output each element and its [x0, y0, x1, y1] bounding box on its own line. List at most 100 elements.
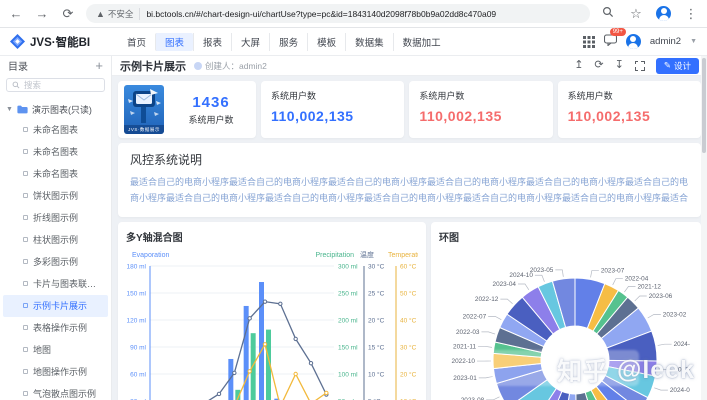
- donut-label: 2023-04: [493, 281, 517, 288]
- svg-text:30 °C: 30 °C: [400, 344, 417, 352]
- sidebar-item-3[interactable]: 饼状图示例: [3, 185, 108, 207]
- bookmark-star-icon[interactable]: ☆: [628, 6, 644, 22]
- svg-text:300 ml: 300 ml: [338, 264, 358, 271]
- caret-down-icon[interactable]: ▼: [6, 106, 13, 113]
- file-icon: [23, 149, 28, 154]
- address-bar[interactable]: ▲ 不安全 bi.bctools.cn/#/chart-design-ui/ch…: [86, 4, 590, 23]
- main-nav: 首页图表报表大屏服务模板数据集数据加工: [118, 33, 450, 51]
- sidebar-search[interactable]: [6, 78, 105, 92]
- design-button[interactable]: ✎ 设计: [656, 58, 699, 74]
- reload-icon[interactable]: ⟳: [60, 6, 76, 22]
- file-icon: [23, 237, 28, 242]
- description-body: 最适合自己的电商小程序最适合自己的电商小程序最适合自己的电商小程序最适合自己的电…: [130, 175, 689, 207]
- stat-card-hero[interactable]: JVS·数据展示 1436 系统用户数: [118, 81, 256, 138]
- sidebar-item-0[interactable]: 未命名图表: [3, 119, 108, 141]
- nav-item-0[interactable]: 首页: [118, 33, 155, 51]
- mixed-chart-title: 多Y轴混合图: [126, 229, 418, 244]
- download-icon[interactable]: ↧: [615, 60, 624, 71]
- message-badge: 99+: [610, 28, 626, 36]
- forward-icon[interactable]: →: [34, 6, 50, 21]
- sidebar-item-11[interactable]: 地图操作示例: [3, 361, 108, 383]
- sidebar-tree: ▼ 演示图表(只读) 未命名图表未命名图表未命名图表饼状图示例折线图示例柱状图示…: [0, 100, 111, 400]
- browser-menu-icon[interactable]: ⋮: [683, 6, 699, 22]
- series-Temperature2[interactable]: [156, 343, 328, 400]
- description-card[interactable]: 风控系统说明 最适合自己的电商小程序最适合自己的电商小程序最适合自己的电商小程序…: [118, 143, 701, 217]
- warning-icon: ▲: [96, 9, 105, 19]
- sidebar-item-2[interactable]: 未命名图表: [3, 163, 108, 185]
- svg-text:10 °C: 10 °C: [368, 371, 385, 379]
- stat-label: 系统用户数: [172, 113, 250, 126]
- tree-folder[interactable]: ▼ 演示图表(只读): [0, 100, 111, 119]
- donut-label: 2022-03: [456, 329, 480, 336]
- metric-card-1[interactable]: 系统用户数 110,002,135: [261, 81, 404, 138]
- donut-label: 2021-12: [637, 283, 661, 290]
- file-icon: [23, 193, 28, 198]
- svg-text:40 °C: 40 °C: [400, 317, 417, 325]
- nav-item-3[interactable]: 大屏: [231, 33, 269, 51]
- svg-text:100 ml: 100 ml: [338, 372, 358, 379]
- logo-icon: [10, 34, 25, 49]
- sidebar-item-5[interactable]: 柱状图示例: [3, 229, 108, 251]
- svg-text:20 °C: 20 °C: [368, 317, 385, 325]
- export-icon[interactable]: ↥: [574, 60, 583, 71]
- back-icon[interactable]: ←: [8, 6, 24, 21]
- nav-item-2[interactable]: 报表: [193, 33, 231, 51]
- svg-text:180 ml: 180 ml: [126, 264, 146, 271]
- app-header: JVS·智能BI 首页图表报表大屏服务模板数据集数据加工 99+ admin2 …: [0, 28, 707, 56]
- axes: 30 ml50 ml5 °C10 °C60 ml100 ml10 °C20 °C…: [126, 250, 418, 400]
- multi-axis-chart[interactable]: 30 ml50 ml5 °C10 °C60 ml100 ml10 °C20 °C…: [126, 248, 418, 400]
- mixed-chart-card[interactable]: 多Y轴混合图 30 ml50 ml5 °C10 °C60 ml100 ml10 …: [118, 222, 426, 400]
- fullscreen-icon[interactable]: [635, 61, 645, 71]
- app-logo[interactable]: JVS·智能BI: [10, 34, 110, 50]
- svg-text:Evaporation: Evaporation: [132, 252, 169, 259]
- browser-profile-avatar[interactable]: [656, 6, 671, 21]
- svg-text:50 °C: 50 °C: [400, 290, 417, 298]
- sidebar-item-8[interactable]: 示例卡片展示: [3, 295, 108, 317]
- messages-button[interactable]: 99+: [604, 33, 617, 51]
- file-icon: [23, 171, 28, 176]
- search-icon[interactable]: [600, 6, 616, 21]
- donut-chart-card[interactable]: 环图 2023-072022-042021-122023-062023-0220…: [431, 222, 701, 400]
- sidebar-item-10[interactable]: 地图: [3, 339, 108, 361]
- donut-label: 2022-10: [452, 358, 476, 365]
- sidebar-item-4[interactable]: 折线图示例: [3, 207, 108, 229]
- sidebar-title: 目录: [8, 58, 28, 73]
- user-avatar[interactable]: [626, 34, 641, 49]
- metric-card-3[interactable]: 系统用户数 110,002,135: [558, 81, 701, 138]
- refresh-icon[interactable]: ⟳: [594, 60, 603, 71]
- sidebar-item-6[interactable]: 多彩图示例: [3, 251, 108, 273]
- donut-label: 2023-06: [649, 293, 673, 300]
- nav-item-4[interactable]: 服务: [269, 33, 307, 51]
- sidebar-item-7[interactable]: 卡片与图表联动示例: [3, 273, 108, 295]
- metric-card-2[interactable]: 系统用户数 110,002,135: [409, 81, 552, 138]
- nav-item-7[interactable]: 数据加工: [393, 33, 450, 51]
- search-input[interactable]: [24, 80, 94, 90]
- series-温度[interactable]: [156, 300, 328, 400]
- nav-item-1[interactable]: 图表: [155, 33, 193, 51]
- username[interactable]: admin2: [650, 36, 681, 47]
- sidebar-item-1[interactable]: 未命名图表: [3, 141, 108, 163]
- svg-text:20 °C: 20 °C: [400, 371, 417, 379]
- svg-text:温度: 温度: [360, 250, 374, 259]
- pencil-icon: ✎: [664, 60, 671, 71]
- metric-value: 110,002,135: [419, 108, 542, 124]
- donut-label: 2023-01: [453, 375, 477, 382]
- sidebar-item-12[interactable]: 气泡散点图示例: [3, 383, 108, 400]
- security-badge[interactable]: ▲ 不安全: [96, 8, 140, 20]
- scrollbar-thumb[interactable]: [702, 58, 706, 153]
- nav-item-5[interactable]: 模板: [307, 33, 345, 51]
- metric-label: 系统用户数: [568, 89, 691, 102]
- nav-item-6[interactable]: 数据集: [345, 33, 393, 51]
- donut-label: 2023-07: [601, 268, 625, 275]
- donut-chart[interactable]: 2023-072022-042021-122023-062023-022024-…: [439, 246, 690, 400]
- svg-text:30 °C: 30 °C: [368, 263, 385, 271]
- file-icon: [23, 127, 28, 132]
- svg-text:Temperature2: Temperature2: [388, 252, 418, 259]
- chevron-down-icon[interactable]: ▼: [690, 38, 697, 45]
- svg-text:Precipitation: Precipitation: [315, 252, 354, 259]
- add-chart-button[interactable]: +: [95, 59, 103, 72]
- illustration-caption: JVS·数据展示: [124, 125, 164, 134]
- sidebar-item-9[interactable]: 表格操作示例: [3, 317, 108, 339]
- apps-grid-icon[interactable]: [583, 36, 595, 48]
- page-scrollbar: [701, 56, 707, 400]
